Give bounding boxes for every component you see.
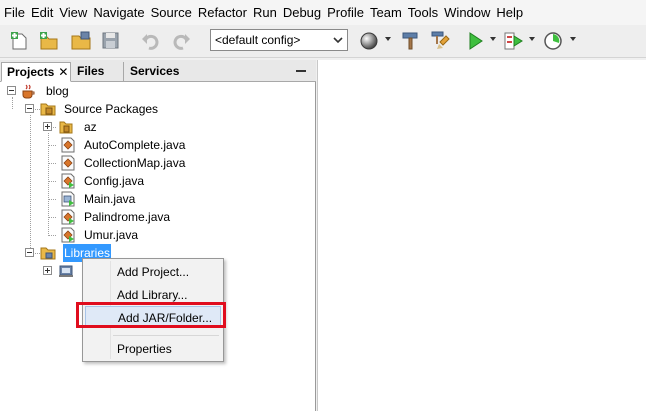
tree-node-file[interactable]: Palindrome.java bbox=[84, 208, 170, 226]
tree-node-file[interactable]: Umur.java bbox=[84, 226, 138, 244]
new-file-icon[interactable] bbox=[6, 28, 32, 54]
tree-line bbox=[48, 133, 49, 236]
tree-line bbox=[12, 97, 13, 109]
tree-node-source-packages[interactable]: Source Packages bbox=[64, 100, 158, 118]
menu-profile[interactable]: Profile bbox=[325, 0, 368, 25]
java-file-run-icon bbox=[61, 227, 75, 243]
menu-view[interactable]: View bbox=[57, 0, 91, 25]
tree-node-file[interactable]: Config.java bbox=[84, 172, 144, 190]
close-icon[interactable]: ✕ bbox=[58, 65, 68, 79]
tree-line bbox=[48, 199, 56, 200]
collapse-toggle[interactable] bbox=[25, 248, 34, 257]
run-icon[interactable] bbox=[462, 28, 488, 54]
menu-window[interactable]: Window bbox=[442, 0, 494, 25]
source-packages-icon bbox=[40, 103, 56, 116]
menu-source[interactable]: Source bbox=[149, 0, 196, 25]
highlight-box bbox=[76, 302, 226, 328]
tree-line bbox=[48, 163, 56, 164]
menu-run[interactable]: Run bbox=[251, 0, 281, 25]
debug-icon[interactable] bbox=[500, 28, 526, 54]
menu-separator bbox=[113, 335, 219, 336]
java-file-run-icon bbox=[61, 173, 75, 189]
package-icon bbox=[59, 121, 73, 134]
java-file-icon bbox=[61, 137, 75, 153]
expand-toggle[interactable] bbox=[43, 122, 52, 131]
editor-area bbox=[317, 60, 646, 411]
menu-tools[interactable]: Tools bbox=[406, 0, 442, 25]
toolbar: <default config> bbox=[0, 25, 646, 58]
menu-item-properties[interactable]: Properties bbox=[85, 338, 221, 360]
tab-services[interactable]: Services bbox=[125, 62, 195, 82]
jdk-library-icon bbox=[59, 265, 73, 277]
expand-toggle[interactable] bbox=[43, 266, 52, 275]
config-value: <default config> bbox=[215, 33, 301, 47]
tree-node-file[interactable]: AutoComplete.java bbox=[84, 136, 185, 154]
java-file-run-icon bbox=[61, 191, 75, 207]
tree-line bbox=[48, 235, 56, 236]
tree-line bbox=[48, 181, 56, 182]
menu-refactor[interactable]: Refactor bbox=[196, 0, 251, 25]
tab-projects[interactable]: Projects ✕ bbox=[1, 62, 71, 82]
panel-tabs: Projects ✕ Files Services bbox=[0, 60, 316, 82]
menu-help[interactable]: Help bbox=[494, 0, 527, 25]
tab-projects-label: Projects bbox=[7, 65, 55, 79]
undo-icon[interactable] bbox=[138, 28, 164, 54]
run-dropdown-icon[interactable] bbox=[490, 37, 496, 41]
tree-line bbox=[48, 145, 56, 146]
java-project-icon bbox=[22, 84, 35, 99]
java-file-run-icon bbox=[61, 209, 75, 225]
tree-node-file[interactable]: Main.java bbox=[84, 190, 135, 208]
redo-icon[interactable] bbox=[168, 28, 194, 54]
chevron-down-icon[interactable] bbox=[329, 30, 347, 50]
globe-icon[interactable] bbox=[356, 28, 382, 54]
menu-debug[interactable]: Debug bbox=[281, 0, 325, 25]
menu-edit[interactable]: Edit bbox=[29, 0, 57, 25]
globe-dropdown-icon[interactable] bbox=[385, 37, 391, 41]
profile-icon[interactable] bbox=[540, 28, 566, 54]
menu-item-add-project[interactable]: Add Project... bbox=[85, 261, 221, 283]
save-all-icon[interactable] bbox=[98, 28, 124, 54]
open-project-icon[interactable] bbox=[68, 28, 94, 54]
collapse-toggle[interactable] bbox=[7, 86, 16, 95]
menu-bar: File Edit View Navigate Source Refactor … bbox=[0, 0, 646, 25]
menu-file[interactable]: File bbox=[2, 0, 29, 25]
minimize-icon[interactable] bbox=[296, 70, 306, 72]
profile-dropdown-icon[interactable] bbox=[570, 37, 576, 41]
tree-node-file[interactable]: CollectionMap.java bbox=[84, 154, 185, 172]
tree-node-blog[interactable]: blog bbox=[46, 82, 69, 100]
new-project-icon[interactable] bbox=[36, 28, 62, 54]
config-select[interactable]: <default config> bbox=[210, 29, 348, 51]
tree-node-az[interactable]: az bbox=[84, 118, 97, 136]
debug-dropdown-icon[interactable] bbox=[529, 37, 535, 41]
libraries-icon bbox=[40, 247, 56, 260]
build-hammer-icon[interactable] bbox=[398, 28, 424, 54]
tree-line bbox=[30, 115, 31, 254]
clean-build-icon[interactable] bbox=[428, 28, 454, 54]
tree-line bbox=[48, 217, 56, 218]
tab-files[interactable]: Files bbox=[72, 62, 124, 82]
menu-team[interactable]: Team bbox=[368, 0, 406, 25]
collapse-toggle[interactable] bbox=[25, 104, 34, 113]
java-file-icon bbox=[61, 155, 75, 171]
menu-navigate[interactable]: Navigate bbox=[91, 0, 148, 25]
